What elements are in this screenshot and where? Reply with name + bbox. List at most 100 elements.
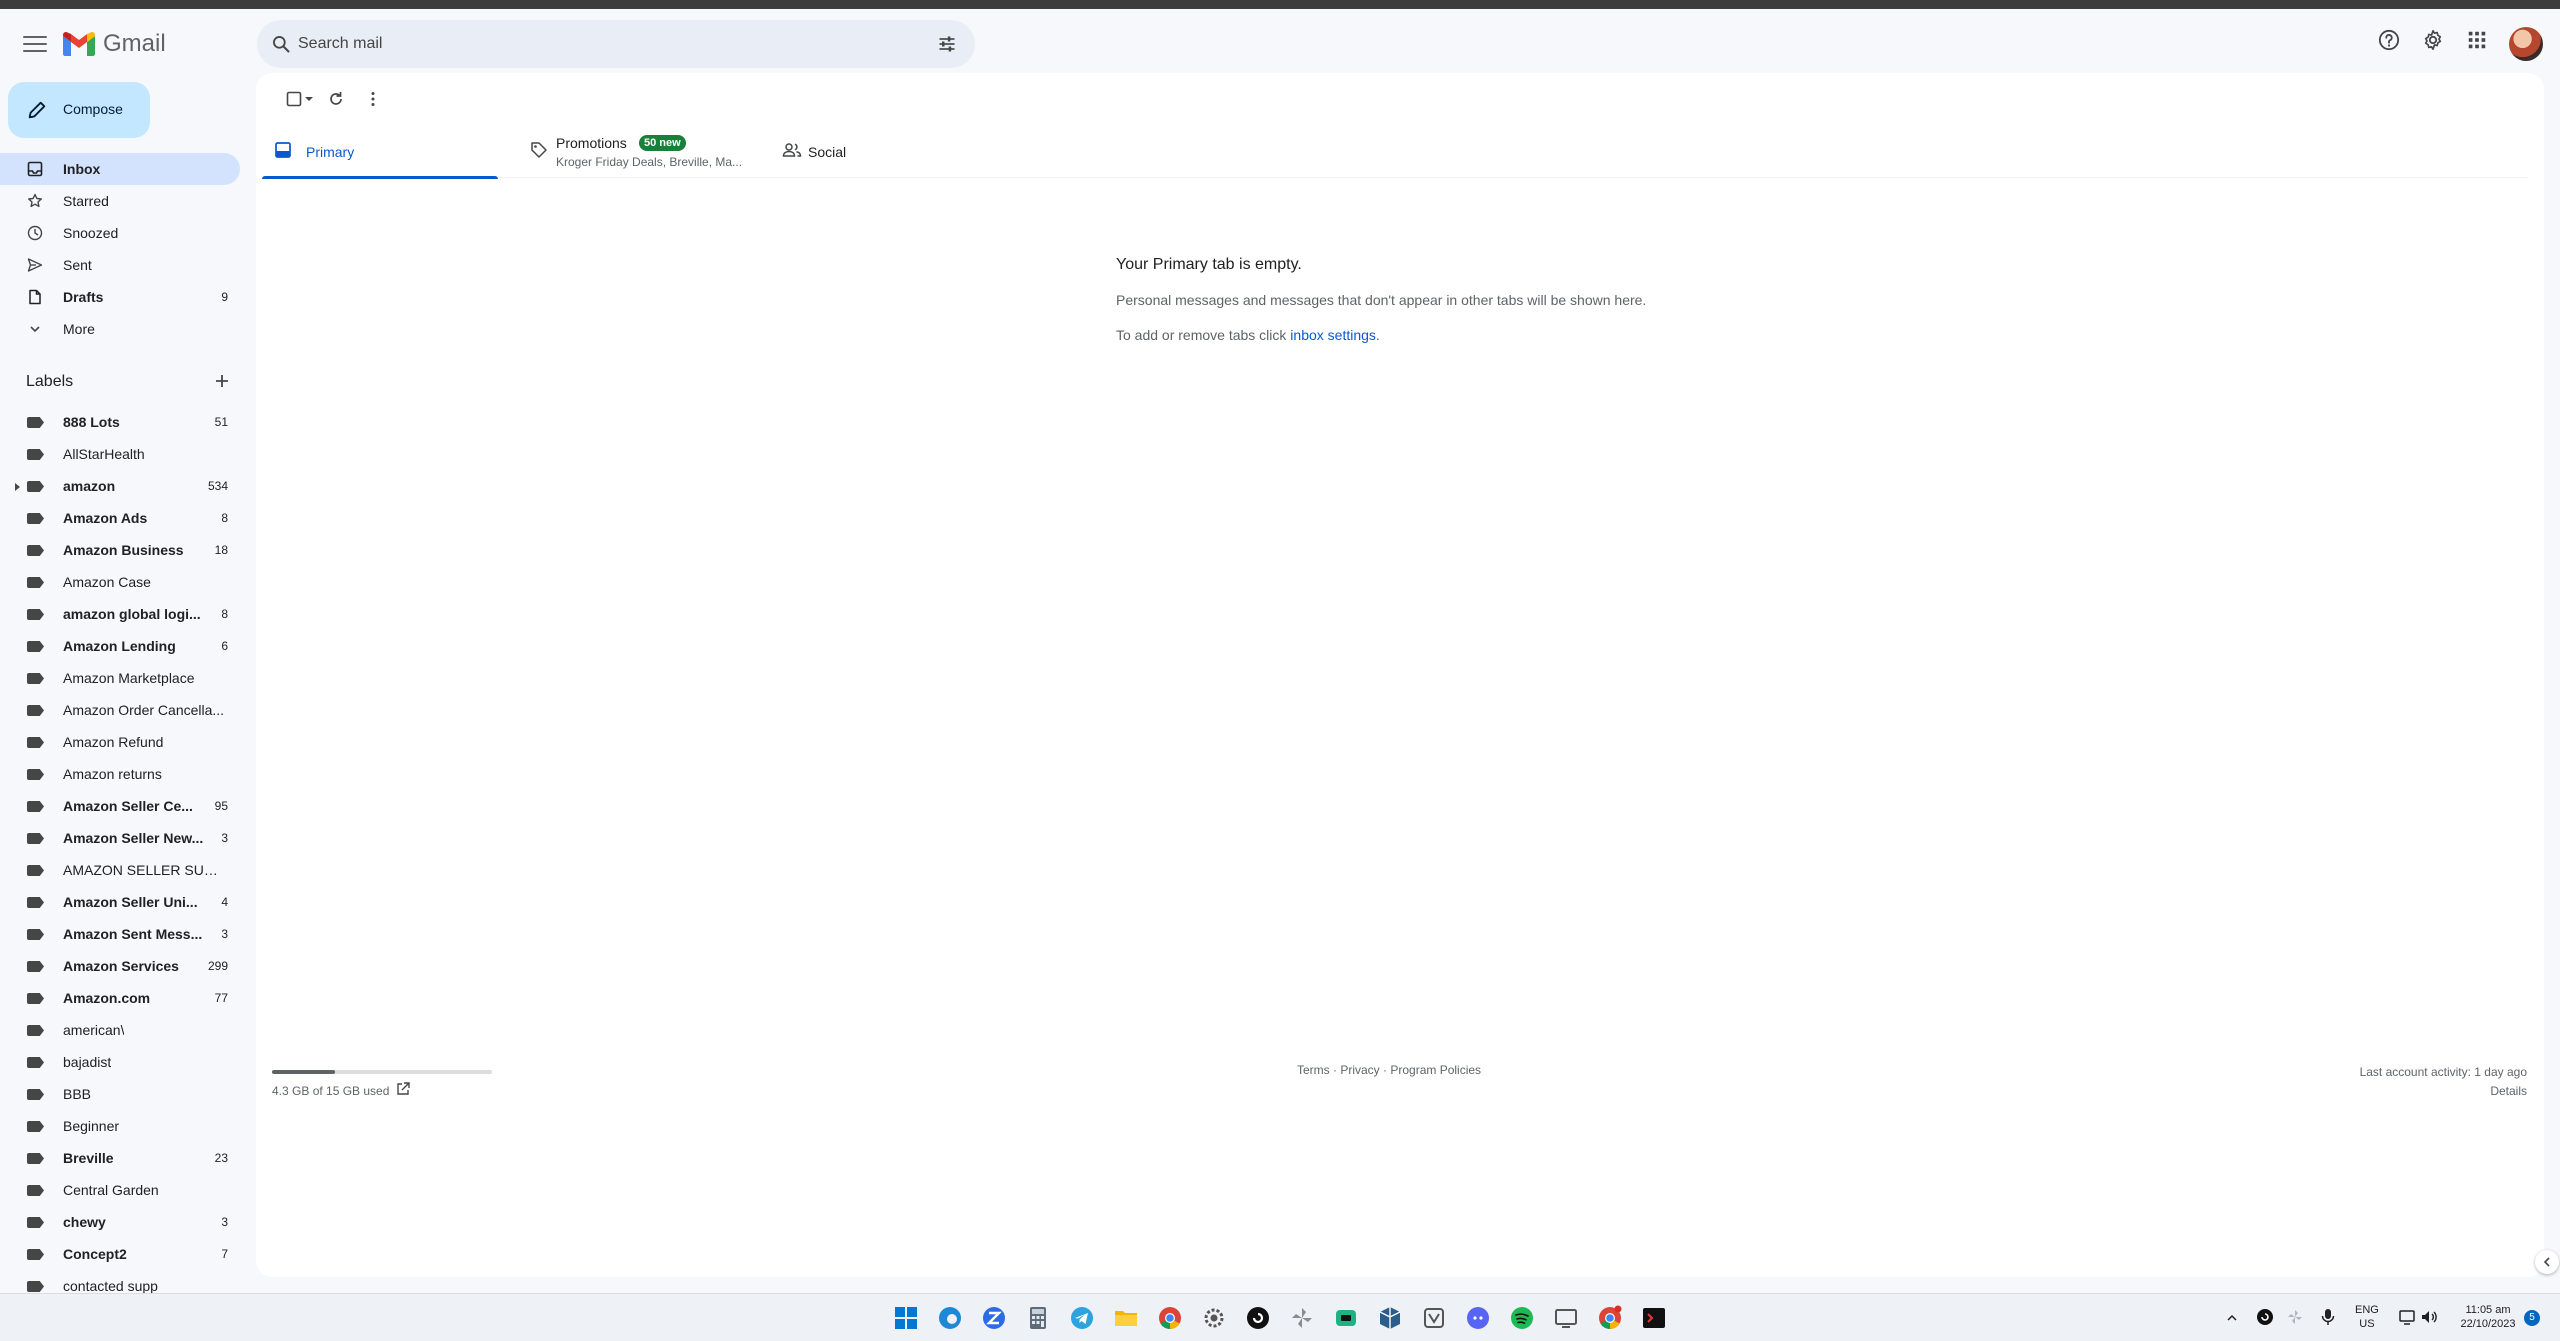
program-policies-link[interactable]: Program Policies [1390,1063,1481,1077]
compose-button[interactable]: Compose [8,82,150,138]
nav-item-label: More [63,321,95,337]
label-item[interactable]: 888 Lots 51 [0,406,240,438]
footer-separator: · [1379,1063,1391,1077]
system-clock[interactable]: 11:05 am 22/10/2023 [2450,1303,2526,1331]
add-label-icon[interactable] [212,371,232,391]
label-item[interactable]: american\ [0,1014,240,1046]
label-item[interactable]: Amazon returns [0,758,240,790]
expand-arrow-icon[interactable] [15,483,20,491]
tab-social[interactable]: Social [782,123,982,178]
label-item[interactable]: Amazon Marketplace [0,662,240,694]
input-language[interactable]: ENG US [2355,1303,2379,1331]
label-item[interactable]: Amazon Seller Ce... 95 [0,790,240,822]
file-explorer-icon[interactable] [1112,1304,1140,1332]
label-item[interactable]: Beginner [0,1110,240,1142]
virtualbox-icon[interactable] [1376,1304,1404,1332]
nav-item-inbox[interactable]: Inbox [0,153,240,185]
help-icon[interactable] [2378,29,2400,51]
nav-item-drafts[interactable]: Drafts 9 [0,281,240,313]
spotify-icon[interactable] [1508,1304,1536,1332]
pinwheel-app-icon[interactable] [1288,1304,1316,1332]
search-input[interactable] [298,20,898,68]
nav-item-label: Inbox [63,161,101,177]
label-item[interactable]: Amazon Lending 6 [0,630,240,662]
label-item[interactable]: Central Garden [0,1174,240,1206]
label-item[interactable]: bajadist [0,1046,240,1078]
chrome-active-icon[interactable] [1596,1304,1624,1332]
windows-start-icon[interactable] [892,1304,920,1332]
label-item[interactable]: Amazon Order Cancella... [0,694,240,726]
nav-item-sent[interactable]: Sent [0,249,240,281]
label-name: Amazon Case [63,574,151,590]
label-item[interactable]: Amazon Services 299 [0,950,240,982]
remote-desktop-icon[interactable] [1552,1304,1580,1332]
label-item[interactable]: Amazon Refund [0,726,240,758]
search-icon[interactable] [271,34,291,54]
label-item[interactable]: Amazon.com 77 [0,982,240,1014]
last-activity-text: Last account activity: 1 day ago [2359,1065,2527,1079]
discord-icon[interactable] [1464,1304,1492,1332]
label-item[interactable]: amazon global logi... 8 [0,598,240,630]
label-item[interactable]: Breville 23 [0,1142,240,1174]
label-item[interactable]: Amazon Sent Mess... 3 [0,918,240,950]
tray-app-icon[interactable] [2256,1308,2274,1326]
tray-pinwheel-icon[interactable] [2286,1308,2304,1326]
label-item[interactable]: Amazon Seller Uni... 4 [0,886,240,918]
terms-link[interactable]: Terms [1297,1063,1330,1077]
empty-state: Your Primary tab is empty. Personal mess… [1116,256,1816,362]
inbox-settings-link[interactable]: inbox settings [1290,327,1376,343]
nav-item-snoozed[interactable]: Snoozed [0,217,240,249]
label-name: Amazon Seller Uni... [63,894,198,910]
app-box-icon[interactable] [1420,1304,1448,1332]
label-item[interactable]: Amazon Ads 8 [0,502,240,534]
label-tag-icon [27,513,44,524]
tray-chevron-up-icon[interactable] [2225,1311,2239,1325]
green-app-icon[interactable] [1332,1304,1360,1332]
tab-promotions[interactable]: Promotions 50 new Kroger Friday Deals, B… [512,123,772,178]
select-dropdown-icon[interactable] [304,95,314,103]
refresh-icon[interactable] [327,90,345,108]
pencil-icon [28,101,46,119]
nav-item-more[interactable]: More [0,313,240,345]
telegram-icon[interactable] [1068,1304,1096,1332]
app-circle-icon[interactable] [1244,1304,1272,1332]
label-item[interactable]: AllStarHealth [0,438,240,470]
terminal-app-icon[interactable] [1640,1304,1668,1332]
label-item[interactable]: AMAZON SELLER SUPP... [0,854,240,886]
settings-app-icon[interactable] [1200,1304,1228,1332]
main-menu-icon[interactable] [19,32,51,56]
side-panel-toggle[interactable] [2535,1250,2559,1274]
more-options-icon[interactable] [364,90,382,108]
activity-details-link[interactable]: Details [2360,1082,2527,1101]
google-apps-icon[interactable] [2466,29,2488,51]
nav-item-starred[interactable]: Starred [0,185,240,217]
search-options-icon[interactable] [937,34,957,54]
category-tabs: Primary Promotions 50 new Kroger Friday … [262,123,2528,179]
label-item[interactable]: Amazon Business 18 [0,534,240,566]
network-icon[interactable] [2398,1308,2418,1326]
label-item[interactable]: Concept2 7 [0,1238,240,1270]
account-avatar[interactable] [2509,27,2543,61]
privacy-link[interactable]: Privacy [1340,1063,1379,1077]
gmail-logo[interactable]: Gmail [63,30,166,58]
label-item[interactable]: amazon 534 [0,470,240,502]
chrome-icon[interactable] [1156,1304,1184,1332]
edge-browser-icon[interactable] [936,1304,964,1332]
label-item[interactable]: chewy 3 [0,1206,240,1238]
label-tag-icon [27,801,44,812]
microphone-icon[interactable] [2320,1308,2336,1326]
calculator-icon[interactable] [1024,1304,1052,1332]
label-item[interactable]: Amazon Case [0,566,240,598]
search-bar[interactable] [257,20,975,68]
open-external-icon[interactable] [395,1081,411,1097]
label-item[interactable]: BBB [0,1078,240,1110]
settings-gear-icon[interactable] [2422,29,2444,51]
label-item[interactable]: Amazon Seller New... 3 [0,822,240,854]
volume-icon[interactable] [2420,1308,2440,1326]
zoom-app-icon[interactable] [980,1304,1008,1332]
tab-primary[interactable]: Primary [262,123,498,179]
notification-badge[interactable]: 5 [2524,1310,2540,1326]
select-all-checkbox[interactable] [286,91,302,107]
label-count: 534 [207,479,228,493]
label-tag-icon [27,417,44,428]
